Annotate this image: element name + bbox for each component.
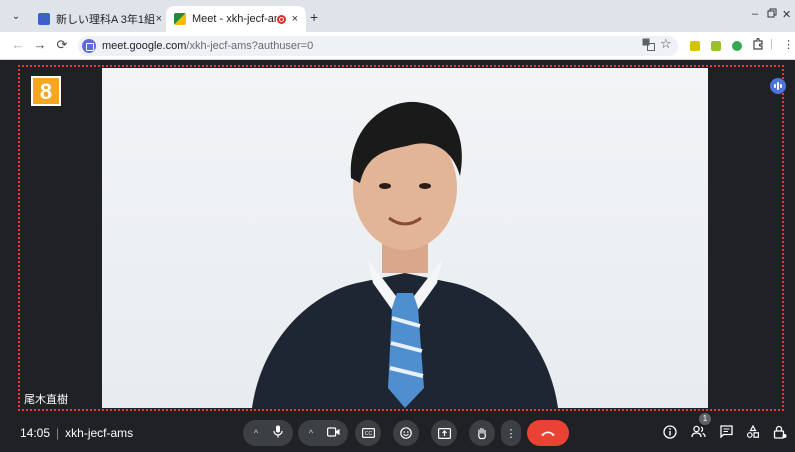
lock-person-icon — [773, 425, 787, 439]
extension-2-icon[interactable] — [711, 41, 721, 51]
svg-text:CC: CC — [364, 431, 372, 437]
textbook-favicon-icon — [38, 13, 50, 25]
back-arrow-icon[interactable]: ← — [10, 37, 26, 52]
close-window-button[interactable]: ✕ — [782, 8, 791, 21]
browser-menu-icon[interactable]: ⋮ — [783, 38, 794, 51]
browser-toolbar: ← → ⟳ meet.google.com/xkh-jecf-ams?authu… — [0, 32, 795, 60]
people-button[interactable] — [689, 425, 707, 443]
tab-meet[interactable]: Meet - xkh-jecf-ams × — [166, 6, 306, 32]
host-controls-button[interactable] — [771, 425, 789, 443]
tab-strip: ⌄ 新しい理科A 3年1組 × Meet - xkh-jecf-ams × + … — [0, 0, 795, 32]
address-bar[interactable]: meet.google.com/xkh-jecf-ams?authuser=0 — [78, 36, 678, 56]
extension-3-icon[interactable] — [732, 41, 742, 51]
microphone-control: ^ — [243, 420, 293, 446]
emoji-icon — [400, 427, 412, 439]
meeting-code: xkh-jecf-ams — [65, 426, 134, 440]
leave-call-button[interactable] — [527, 420, 569, 446]
url-text: meet.google.com/xkh-jecf-ams?authuser=0 — [102, 40, 313, 52]
url-path: /xkh-jecf-ams?authuser=0 — [186, 40, 314, 52]
camera-control: ^ — [298, 420, 348, 446]
microphone-icon[interactable] — [266, 425, 290, 441]
meet-control-bar: 14:05 | xkh-jecf-ams ^ ^ CC ⋮ — [0, 412, 795, 452]
extensions-puzzle-icon[interactable] — [752, 37, 764, 53]
tab-title: Meet - xkh-jecf-ams — [192, 13, 277, 25]
hand-icon — [478, 427, 486, 439]
tab-title: 新しい理科A 3年1組 — [56, 14, 156, 26]
toolbar-divider: | — [770, 38, 773, 50]
speaking-indicator-icon — [770, 78, 786, 94]
reload-icon[interactable]: ⟳ — [54, 37, 70, 53]
translate-icon[interactable] — [642, 38, 655, 54]
more-options-button[interactable]: ⋮ — [501, 420, 521, 446]
meet-favicon-icon — [174, 13, 186, 25]
recording-indicator-icon — [276, 14, 286, 24]
minimize-button[interactable]: – — [752, 8, 758, 20]
more-vert-icon: ⋮ — [505, 427, 517, 440]
highlight-frame — [18, 65, 784, 411]
captions-icon: CC — [361, 428, 375, 438]
tile-number-badge: 8 — [31, 76, 61, 106]
hang-up-icon — [541, 431, 555, 436]
camera-icon[interactable] — [321, 426, 345, 440]
close-icon[interactable]: × — [292, 13, 298, 25]
present-button[interactable] — [431, 420, 457, 446]
meeting-time: 14:05 — [20, 426, 51, 440]
activities-shapes-icon — [746, 424, 760, 438]
new-tab-button[interactable]: + — [310, 9, 318, 25]
present-screen-icon — [437, 427, 451, 439]
raise-hand-button[interactable] — [469, 420, 495, 446]
video-settings-chevron-icon[interactable]: ^ — [301, 428, 321, 438]
participants-count-badge: 1 — [699, 413, 711, 425]
close-icon[interactable]: × — [156, 13, 162, 25]
meeting-info: 14:05 | xkh-jecf-ams — [20, 426, 133, 440]
restore-button[interactable] — [767, 8, 777, 21]
extension-1-icon[interactable] — [690, 41, 700, 51]
site-info-icon[interactable] — [82, 39, 96, 53]
activities-button[interactable] — [744, 424, 762, 443]
forward-arrow-icon[interactable]: → — [32, 37, 48, 52]
info-icon — [663, 425, 677, 439]
chat-icon — [719, 425, 733, 439]
bookmark-star-icon[interactable]: ☆ — [660, 36, 672, 52]
tab-search-icon[interactable]: ⌄ — [8, 9, 24, 25]
meeting-details-button[interactable] — [661, 425, 679, 443]
people-icon — [690, 425, 706, 438]
captions-button[interactable]: CC — [355, 420, 381, 446]
meeting-info-separator: | — [56, 426, 60, 440]
tab-textbook[interactable]: 新しい理科A 3年1組 × — [30, 6, 170, 32]
url-host: meet.google.com — [102, 40, 187, 52]
reactions-button[interactable] — [393, 420, 419, 446]
audio-settings-chevron-icon[interactable]: ^ — [246, 428, 266, 438]
chat-button[interactable] — [717, 425, 735, 443]
participant-name: 尾木直樹 — [24, 394, 68, 406]
